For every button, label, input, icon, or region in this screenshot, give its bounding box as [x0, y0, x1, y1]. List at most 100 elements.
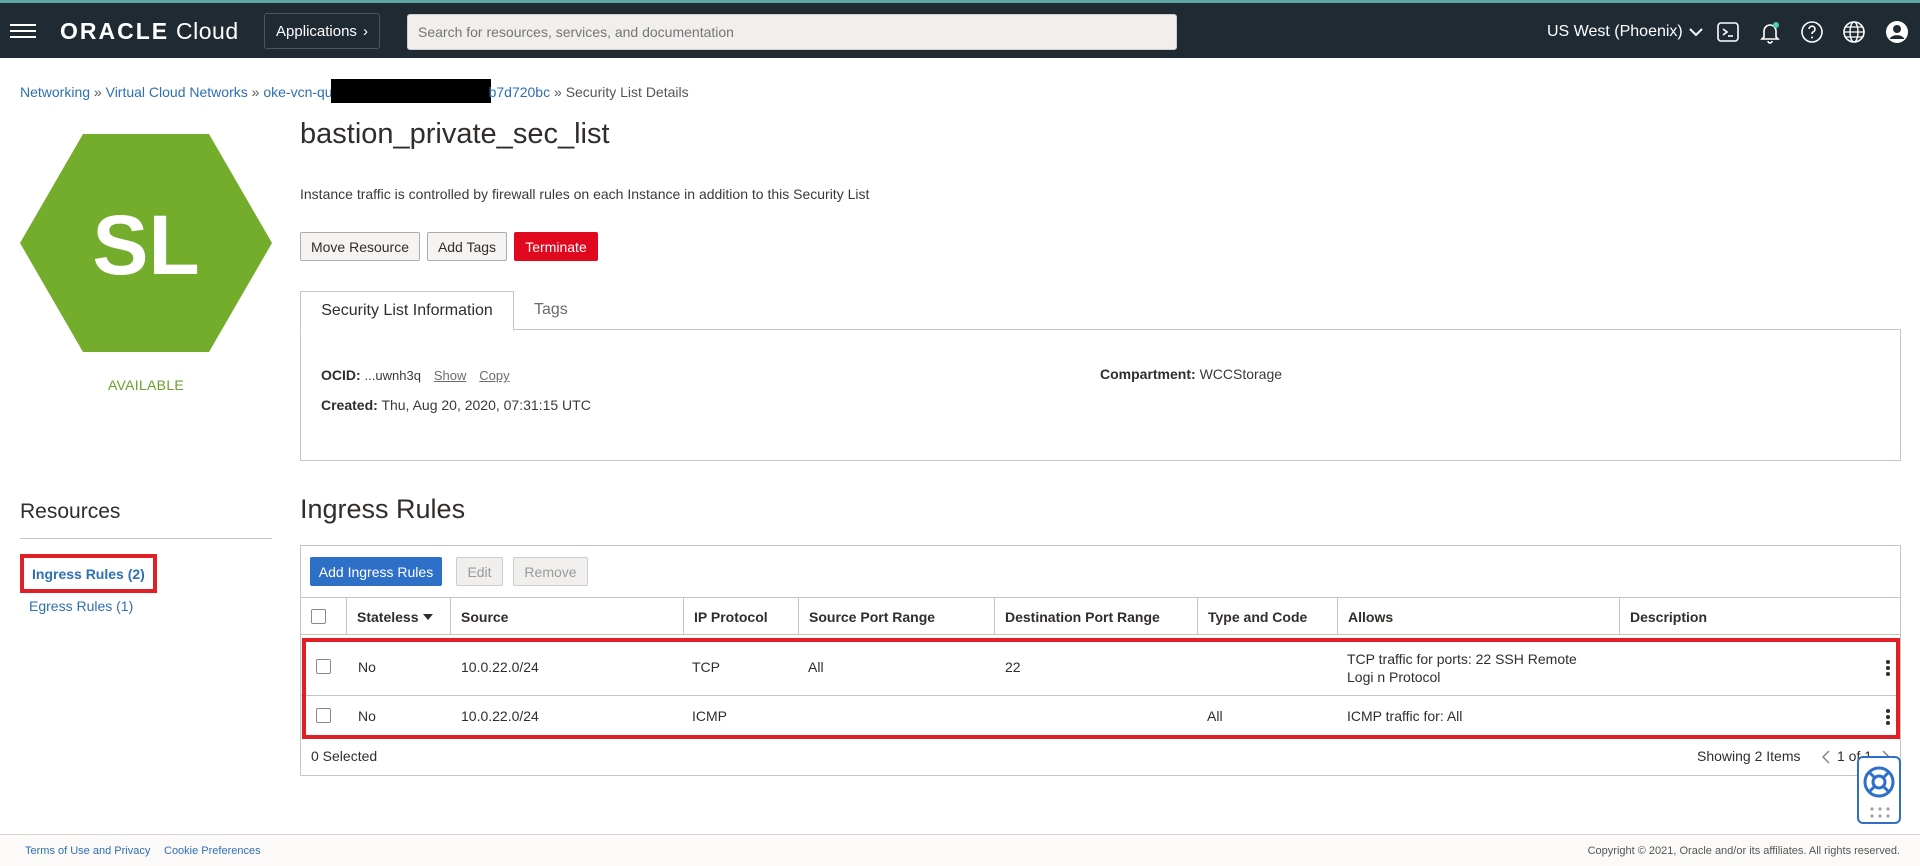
add-ingress-rules-button[interactable]: Add Ingress Rules	[310, 557, 442, 586]
edit-button[interactable]: Edit	[456, 557, 503, 586]
oracle-cloud-logo[interactable]: ORACLE Cloud	[60, 18, 239, 45]
breadcrumb-current: Security List Details	[565, 84, 689, 100]
breadcrumb-separator: »	[554, 84, 562, 100]
logo-cloud: Cloud	[176, 18, 239, 44]
top-navigation-bar: ORACLE Cloud Applications › US West (Pho…	[0, 0, 1920, 58]
breadcrumb-vcn-suffix: b7d720bc	[488, 84, 551, 100]
column-label: Description	[1630, 608, 1708, 625]
cell-source-port-range: All	[808, 659, 824, 675]
column-label: Source Port Range	[809, 608, 936, 625]
sort-descending-icon	[423, 613, 434, 620]
resources-heading: Resources	[20, 500, 121, 523]
breadcrumb: Networking » Virtual Cloud Networks » ok…	[20, 79, 689, 103]
terms-link[interactable]: Terms of Use and Privacy	[25, 845, 150, 857]
column-label: Source	[461, 608, 509, 625]
row-checkbox[interactable]	[316, 708, 331, 723]
breadcrumb-separator: »	[93, 84, 102, 100]
remove-button[interactable]: Remove	[513, 557, 588, 586]
add-tags-button[interactable]: Add Tags	[427, 232, 507, 261]
created-value: Thu, Aug 20, 2020, 07:31:15 UTC	[381, 397, 591, 413]
created-row: Created: Thu, Aug 20, 2020, 07:31:15 UTC	[321, 397, 591, 413]
cloud-shell-icon[interactable]	[1716, 20, 1740, 44]
compartment-label: Compartment:	[1100, 366, 1196, 382]
column-header-source[interactable]: Source	[450, 598, 683, 635]
breadcrumb-vcn[interactable]: oke-vcn-qu b7d720bc	[263, 79, 551, 103]
cell-ip-protocol: TCP	[692, 659, 720, 675]
applications-label: Applications	[276, 22, 357, 40]
breadcrumb-separator: »	[251, 84, 260, 100]
previous-page-icon[interactable]	[1821, 750, 1831, 764]
move-resource-button[interactable]: Move Resource	[300, 232, 420, 261]
cell-source: 10.0.22.0/24	[461, 659, 539, 675]
chevron-down-icon	[1689, 28, 1703, 37]
column-header-description[interactable]: Description	[1619, 598, 1900, 635]
column-header-source-port-range[interactable]: Source Port Range	[798, 598, 994, 635]
column-label: Allows	[1348, 608, 1394, 625]
cell-source: 10.0.22.0/24	[461, 708, 539, 724]
copyright-text: Copyright © 2021, Oracle and/or its affi…	[1587, 845, 1900, 857]
table-header: Stateless Source IP Protocol Source Port…	[301, 597, 1900, 635]
breadcrumb-vcns[interactable]: Virtual Cloud Networks	[106, 84, 248, 100]
security-list-hexagon-icon: SL	[20, 134, 272, 352]
page-title: bastion_private_sec_list	[300, 118, 610, 150]
cell-destination-port-range: 22	[1005, 659, 1021, 675]
region-label: US West (Phoenix)	[1547, 23, 1683, 40]
region-selector[interactable]: US West (Phoenix)	[1547, 23, 1703, 41]
cell-ip-protocol: ICMP	[692, 708, 727, 724]
applications-button[interactable]: Applications ›	[264, 13, 380, 49]
breadcrumb-vcn-prefix: oke-vcn-qu	[263, 84, 333, 100]
column-header-ip-protocol[interactable]: IP Protocol	[683, 598, 798, 635]
compartment-row: Compartment: WCCStorage	[1100, 366, 1282, 382]
cell-allows: TCP traffic for ports: 22 SSH Remote Log…	[1347, 651, 1577, 685]
resources-divider	[20, 538, 272, 539]
column-header-allows[interactable]: Allows	[1337, 598, 1619, 635]
tab-tags[interactable]: Tags	[534, 301, 568, 319]
ocid-copy-link[interactable]: Copy	[479, 368, 509, 383]
row-checkbox[interactable]	[316, 659, 331, 674]
column-header-destination-port-range[interactable]: Destination Port Range	[994, 598, 1197, 635]
table-row: No 10.0.22.0/24 TCP All 22 TCP traffic f…	[301, 640, 1900, 696]
resource-link-egress-rules[interactable]: Egress Rules (1)	[29, 598, 133, 614]
resource-link-ingress-rules[interactable]: Ingress Rules (2)	[20, 554, 157, 593]
column-label: Type and Code	[1208, 608, 1308, 625]
notifications-bell-icon[interactable]	[1758, 20, 1782, 44]
cell-allows: ICMP traffic for: All	[1347, 708, 1463, 724]
table-row: No 10.0.22.0/24 ICMP All ICMP traffic fo…	[301, 697, 1900, 735]
created-label: Created:	[321, 397, 378, 413]
search-input[interactable]	[407, 14, 1177, 50]
tab-security-list-information[interactable]: Security List Information	[300, 291, 514, 331]
chevron-right-icon: ›	[362, 22, 368, 40]
page-description: Instance traffic is controlled by firewa…	[300, 186, 870, 202]
ingress-rules-heading: Ingress Rules	[300, 494, 466, 524]
column-header-stateless[interactable]: Stateless	[346, 598, 450, 635]
page-footer: Terms of Use and Privacy Cookie Preferen…	[0, 834, 1920, 866]
showing-count: Showing 2 Items	[1697, 748, 1801, 764]
row-actions-kebab-icon[interactable]	[1886, 707, 1892, 727]
column-header-type-and-code[interactable]: Type and Code	[1197, 598, 1337, 635]
compartment-value: WCCStorage	[1199, 366, 1283, 382]
help-question-icon[interactable]	[1800, 20, 1824, 44]
redacted-block	[330, 79, 491, 103]
help-widget[interactable]	[1857, 756, 1901, 824]
drag-handle-icon[interactable]	[1868, 806, 1892, 820]
table-footer: 0 Selected Showing 2 Items 1 of 1	[301, 744, 1900, 774]
breadcrumb-networking[interactable]: Networking	[20, 84, 90, 100]
hexagon-initials: SL	[92, 198, 199, 292]
lifebuoy-icon	[1863, 766, 1895, 798]
ocid-value: ...uwnh3q	[364, 368, 421, 383]
column-label: IP Protocol	[694, 608, 768, 625]
language-globe-icon[interactable]	[1842, 20, 1866, 44]
selected-count: 0 Selected	[311, 748, 378, 764]
status-badge: AVAILABLE	[107, 377, 185, 393]
terminate-button[interactable]: Terminate	[514, 232, 598, 261]
hamburger-menu-icon[interactable]	[10, 20, 36, 42]
cookie-preferences-link[interactable]: Cookie Preferences	[164, 845, 261, 857]
row-actions-kebab-icon[interactable]	[1886, 658, 1892, 678]
ocid-label: OCID:	[321, 367, 361, 383]
info-panel	[300, 329, 1901, 461]
ocid-show-link[interactable]: Show	[434, 368, 467, 383]
user-profile-icon[interactable]	[1885, 20, 1909, 44]
cell-stateless: No	[358, 708, 376, 724]
select-all-checkbox[interactable]	[311, 609, 326, 624]
header-select-all	[301, 598, 346, 635]
